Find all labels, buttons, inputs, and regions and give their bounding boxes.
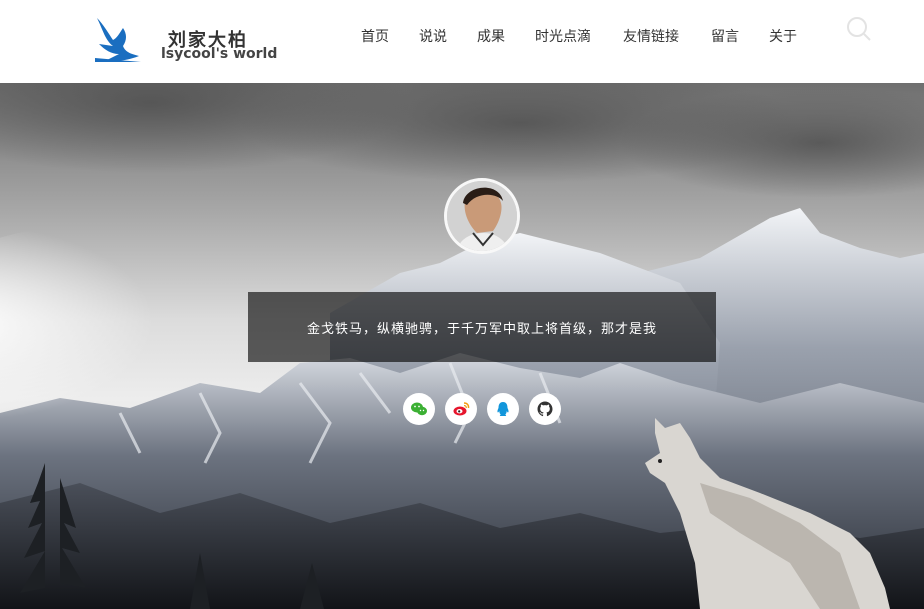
motto-box: 金戈铁马，纵横驰骋，于千万军中取上将首级，那才是我 bbox=[248, 292, 716, 362]
nav-item-guestbook[interactable]: 留言 bbox=[711, 26, 739, 46]
nav-item-about[interactable]: 关于 bbox=[769, 26, 797, 46]
wechat-button[interactable] bbox=[403, 393, 435, 425]
search-icon[interactable] bbox=[846, 16, 872, 42]
nav-item-timeline[interactable]: 时光点滴 bbox=[535, 26, 591, 46]
nav-item-talk[interactable]: 说说 bbox=[419, 26, 447, 46]
nav-item-home[interactable]: 首页 bbox=[361, 26, 389, 46]
nav-item-works[interactable]: 成果 bbox=[477, 26, 505, 46]
wechat-icon bbox=[411, 402, 427, 416]
hero-banner: 金戈铁马，纵横驰骋，于千万军中取上将首级，那才是我 bbox=[0, 83, 924, 609]
weibo-icon bbox=[453, 402, 470, 416]
github-button[interactable] bbox=[529, 393, 561, 425]
site-header: 刘家大柏 lsycool's world 首页 说说 成果 时光点滴 友情链接 … bbox=[0, 0, 924, 83]
github-icon bbox=[537, 401, 553, 417]
main-nav: 首页 说说 成果 时光点滴 友情链接 留言 关于 bbox=[0, 26, 924, 50]
weibo-button[interactable] bbox=[445, 393, 477, 425]
nav-item-links[interactable]: 友情链接 bbox=[623, 26, 679, 46]
motto-text: 金戈铁马，纵横驰骋，于千万军中取上将首级，那才是我 bbox=[306, 322, 657, 337]
avatar-portrait-image bbox=[447, 181, 517, 251]
qq-icon bbox=[497, 402, 509, 416]
avatar[interactable] bbox=[444, 178, 520, 254]
qq-button[interactable] bbox=[487, 393, 519, 425]
